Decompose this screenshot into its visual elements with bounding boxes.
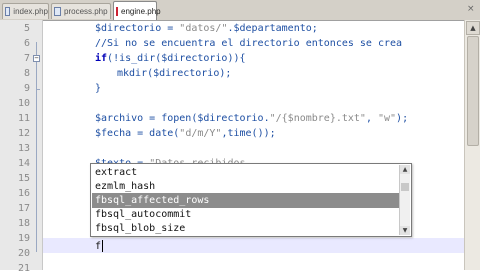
fold-end-icon: [36, 89, 40, 90]
autocomplete-item-selected[interactable]: fbsql_affected_rows: [92, 193, 399, 208]
autocomplete-item[interactable]: fbsql_autocommit: [92, 207, 399, 222]
code-line-9: }: [95, 83, 102, 94]
scroll-up-icon[interactable]: ▲: [400, 165, 410, 174]
code-line-6: //Si no se encuentra el directorio enton…: [95, 38, 403, 49]
current-line-highlight: [43, 238, 464, 253]
line-number: 18: [17, 218, 30, 229]
line-number: 21: [17, 263, 30, 274]
line-number: 5: [23, 23, 30, 34]
php-file-icon: [5, 7, 11, 16]
code-line-11: $archivo = fopen($directorio."/{$nombre}…: [95, 113, 409, 124]
tab-process-php[interactable]: process.php: [51, 3, 111, 19]
code-line-8: mkdir($directorio);: [117, 68, 232, 79]
line-number: 12: [17, 128, 30, 139]
line-number: 19: [17, 233, 30, 244]
php-file-icon: [54, 7, 61, 16]
line-number: 8: [23, 68, 30, 79]
autocomplete-item[interactable]: extract: [92, 165, 399, 180]
line-number-gutter: 5 6 7 8 9 10 11 12 13 14 15 16 17 18 19 …: [0, 20, 43, 274]
autocomplete-item[interactable]: ezmlm_hash: [92, 179, 399, 194]
line-number: 13: [17, 143, 30, 154]
line-number: 16: [17, 188, 30, 199]
vertical-scrollbar[interactable]: ▲: [464, 20, 480, 270]
tab-label: index.php: [13, 7, 48, 16]
line-number: 9: [23, 83, 30, 94]
line-number: 6: [23, 38, 30, 49]
scroll-down-icon[interactable]: ▼: [400, 226, 410, 235]
line-number: 20: [17, 248, 30, 259]
scroll-up-icon[interactable]: ▲: [466, 21, 480, 35]
line-number: 15: [17, 173, 30, 184]
autocomplete-popup[interactable]: extract ezmlm_hash fbsql_affected_rows f…: [90, 163, 412, 237]
line-number: 7: [23, 53, 30, 64]
tab-bar: index.php process.php engine.php ×: [0, 0, 480, 21]
autocomplete-scrollbar[interactable]: ▲ ▼: [399, 165, 410, 235]
code-line-7: if(!is_dir($directorio)){: [95, 53, 246, 64]
line-number: 11: [17, 113, 30, 124]
code-line-5: $directorio = "datos/".$departamento;: [95, 23, 318, 34]
scrollbar-thumb[interactable]: [467, 36, 479, 146]
fold-toggle-icon[interactable]: −: [33, 55, 40, 62]
tab-label: process.php: [64, 7, 108, 16]
line-number: 17: [17, 203, 30, 214]
line-number: 10: [17, 98, 30, 109]
tab-index-php[interactable]: index.php: [2, 3, 49, 19]
php-file-icon: [116, 6, 118, 16]
text-caret: [102, 240, 103, 252]
autocomplete-scroll-thumb[interactable]: [401, 183, 409, 191]
line-number: 14: [17, 158, 30, 169]
code-line-20: f: [95, 241, 102, 252]
code-line-12: $fecha = date("d/m/Y",time());: [95, 128, 276, 139]
tab-engine-php[interactable]: engine.php: [113, 1, 161, 20]
fold-guide: [36, 42, 37, 252]
autocomplete-item[interactable]: fbsql_blob_size: [92, 221, 399, 236]
tab-label: engine.php: [121, 6, 161, 16]
close-tab-icon[interactable]: ×: [467, 3, 477, 15]
